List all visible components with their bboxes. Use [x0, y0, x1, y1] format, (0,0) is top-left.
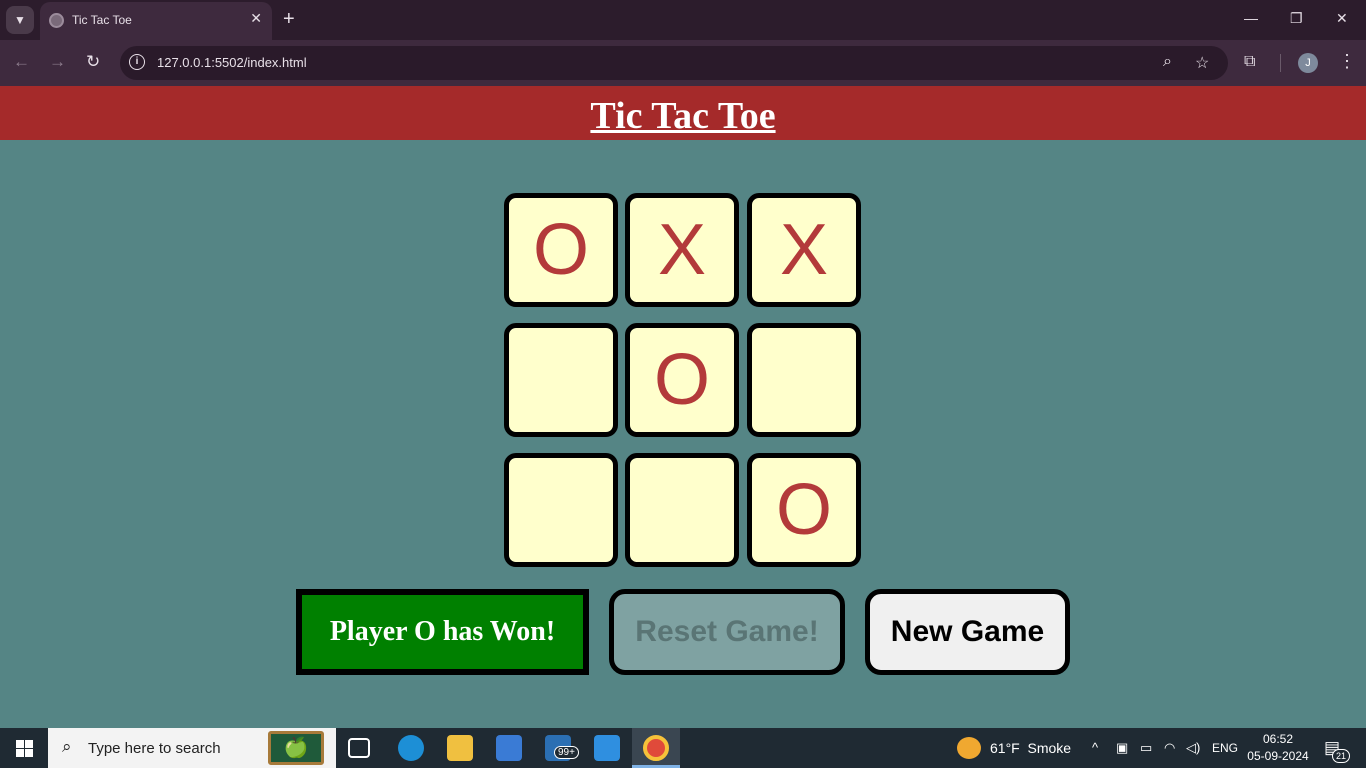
- toolbar-divider: [1280, 54, 1281, 72]
- menu-icon[interactable]: ⋮: [1338, 51, 1356, 72]
- battery-icon[interactable]: ▭: [1140, 740, 1152, 756]
- new-tab-button[interactable]: +: [283, 8, 295, 30]
- new-game-button[interactable]: New Game: [865, 589, 1070, 675]
- restore-icon[interactable]: ❐: [1290, 10, 1303, 27]
- chevron-up-icon[interactable]: ^: [1092, 740, 1098, 755]
- clock-time: 06:52: [1262, 732, 1294, 746]
- board-cell-5[interactable]: O: [625, 323, 739, 437]
- minimize-icon[interactable]: —: [1244, 10, 1258, 26]
- search-highlight-apple-icon: 🍏: [268, 731, 324, 765]
- weather-condition: Smoke: [1027, 740, 1072, 756]
- search-placeholder: Type here to search: [88, 740, 221, 757]
- url-text[interactable]: 127.0.0.1:5502/index.html: [157, 55, 307, 70]
- board-cell-7[interactable]: [504, 453, 618, 567]
- language-indicator[interactable]: ENG: [1212, 741, 1238, 755]
- board-cell-6[interactable]: [747, 323, 861, 437]
- edge-browser-icon[interactable]: [398, 735, 424, 761]
- back-icon[interactable]: ←: [13, 52, 30, 72]
- winner-message: Player O has Won!: [296, 589, 589, 675]
- board-cell-1[interactable]: O: [504, 193, 618, 307]
- extensions-icon[interactable]: ⧉: [1244, 53, 1255, 71]
- wifi-icon[interactable]: ◠: [1164, 740, 1175, 756]
- address-bar[interactable]: i 127.0.0.1:5502/index.html ⌕ ☆: [120, 46, 1228, 80]
- tab-close-icon[interactable]: ✕: [250, 10, 262, 27]
- weather-temp: 61°F: [990, 740, 1020, 756]
- tab-bar: ▼ Tic Tac Toe ✕ + — ❐ ✕: [0, 0, 1366, 40]
- clock[interactable]: 06:52 05-09-2024: [1240, 731, 1316, 765]
- weather-icon[interactable]: [957, 737, 981, 759]
- microsoft-store-icon[interactable]: [496, 735, 522, 761]
- volume-icon[interactable]: ◁): [1186, 740, 1200, 756]
- board-cell-4[interactable]: [504, 323, 618, 437]
- browser-toolbar: ← → ↻ i 127.0.0.1:5502/index.html ⌕ ☆: [0, 40, 1366, 86]
- close-window-icon[interactable]: ✕: [1336, 10, 1348, 27]
- vscode-icon[interactable]: [594, 735, 620, 761]
- board-cell-2[interactable]: X: [625, 193, 739, 307]
- clock-date: 05-09-2024: [1247, 749, 1309, 763]
- notification-count: 21: [1332, 749, 1350, 763]
- page-title: Tic Tac Toe: [590, 95, 776, 137]
- taskbar: ⌕ Type here to search 🍏: [0, 728, 1366, 768]
- taskbar-search-box[interactable]: ⌕ Type here to search 🍏: [48, 728, 336, 768]
- reset-game-button[interactable]: Reset Game!: [609, 589, 845, 675]
- mail-badge: 99+: [554, 746, 579, 759]
- profile-avatar[interactable]: J: [1298, 53, 1318, 73]
- bookmark-star-icon[interactable]: ☆: [1195, 53, 1209, 73]
- tab-active[interactable]: Tic Tac Toe ✕: [40, 2, 272, 40]
- search-icon: ⌕: [62, 737, 72, 756]
- zoom-icon[interactable]: ⌕: [1163, 53, 1172, 71]
- file-explorer-icon[interactable]: [447, 735, 473, 761]
- board-cell-3[interactable]: X: [747, 193, 861, 307]
- weather-widget[interactable]: 61°F Smoke: [990, 740, 1071, 756]
- meet-now-icon[interactable]: ▣: [1116, 740, 1128, 756]
- windows-start-icon[interactable]: [16, 740, 33, 757]
- globe-icon: [49, 13, 64, 28]
- task-view-icon[interactable]: [348, 738, 370, 758]
- chrome-icon[interactable]: [643, 735, 669, 761]
- reload-icon[interactable]: ↻: [86, 52, 100, 72]
- forward-icon[interactable]: →: [49, 52, 66, 72]
- board-cell-9[interactable]: O: [747, 453, 861, 567]
- tab-title: Tic Tac Toe: [72, 13, 132, 27]
- board-cell-8[interactable]: [625, 453, 739, 567]
- tab-search-button[interactable]: ▼: [6, 6, 34, 34]
- site-info-icon[interactable]: i: [129, 54, 145, 70]
